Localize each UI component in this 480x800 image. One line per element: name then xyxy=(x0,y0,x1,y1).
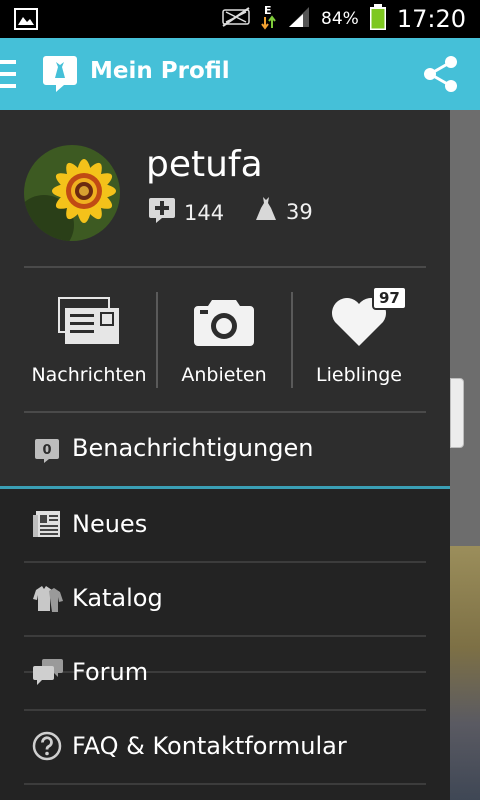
no-sound-icon xyxy=(221,6,251,32)
menu-item-label: Neues xyxy=(72,510,148,538)
notifications-label: Benachrichtigungen xyxy=(72,434,314,462)
menu-divider xyxy=(24,783,426,785)
quick-action-messages[interactable]: Nachrichten xyxy=(22,290,156,400)
battery-icon xyxy=(369,3,387,35)
stat-items-value: 39 xyxy=(286,199,313,224)
status-bar: E 84% 17:20 xyxy=(0,0,480,38)
menu-divider xyxy=(24,561,426,563)
menu-item-label: Forum xyxy=(72,658,149,686)
menu-item-news[interactable]: Neues xyxy=(0,489,450,562)
background-card xyxy=(450,378,464,448)
menu-divider xyxy=(24,709,426,711)
data-e-icon: E xyxy=(261,3,277,35)
plus-speech-icon xyxy=(148,196,176,229)
menu-item-forum[interactable]: Forum xyxy=(0,637,450,710)
divider xyxy=(24,266,426,268)
app-logo-icon[interactable] xyxy=(42,54,78,98)
menu-item-label: FAQ & Kontaktformular xyxy=(72,732,347,760)
menu-item-label: Katalog xyxy=(72,584,163,612)
hamburger-menu-icon[interactable] xyxy=(0,59,18,93)
menu-item-faq[interactable]: FAQ & Kontaktformular xyxy=(0,711,450,784)
chat-bubbles-icon xyxy=(32,657,64,691)
quick-action-label: Anbieten xyxy=(181,364,267,386)
notifications-item[interactable]: 0 Benachrichtigungen xyxy=(0,412,450,486)
app-title: Mein Profil xyxy=(90,58,230,84)
menu-item-catalog[interactable]: Katalog xyxy=(0,563,450,636)
camera-icon xyxy=(157,296,291,352)
help-circle-icon xyxy=(32,731,62,765)
background-content xyxy=(450,110,480,800)
background-photo xyxy=(450,546,480,800)
navigation-drawer: petufa 144 39 Nachrichten Anbieten Liebl… xyxy=(0,110,450,800)
messages-icon xyxy=(22,296,156,352)
stat-posts-value: 144 xyxy=(184,200,225,225)
avatar[interactable] xyxy=(24,145,120,241)
newspaper-icon xyxy=(32,509,62,543)
image-icon xyxy=(14,8,38,34)
quick-action-label: Nachrichten xyxy=(31,364,147,386)
stat-posts: 144 xyxy=(148,196,224,229)
battery-percent: 84% xyxy=(321,9,359,29)
username: petufa xyxy=(146,144,263,185)
svg-text:E: E xyxy=(264,4,272,17)
quick-action-offer[interactable]: Anbieten xyxy=(157,290,291,400)
notification-count: 0 xyxy=(42,443,51,458)
favorites-count-badge: 97 xyxy=(372,286,407,310)
app-bar: Mein Profil xyxy=(0,38,480,110)
share-icon[interactable] xyxy=(422,54,460,98)
quick-action-label: Lieblinge xyxy=(316,364,402,386)
drawer-menu: Neues Katalog Forum FAQ & Kontaktformula… xyxy=(0,489,450,800)
menu-divider xyxy=(24,635,426,637)
stat-items: 39 xyxy=(254,196,313,227)
dress-icon xyxy=(254,196,278,227)
clothes-icon xyxy=(32,583,64,617)
clock: 17:20 xyxy=(396,5,466,33)
notification-count-icon: 0 xyxy=(34,438,60,468)
signal-icon xyxy=(287,6,311,32)
